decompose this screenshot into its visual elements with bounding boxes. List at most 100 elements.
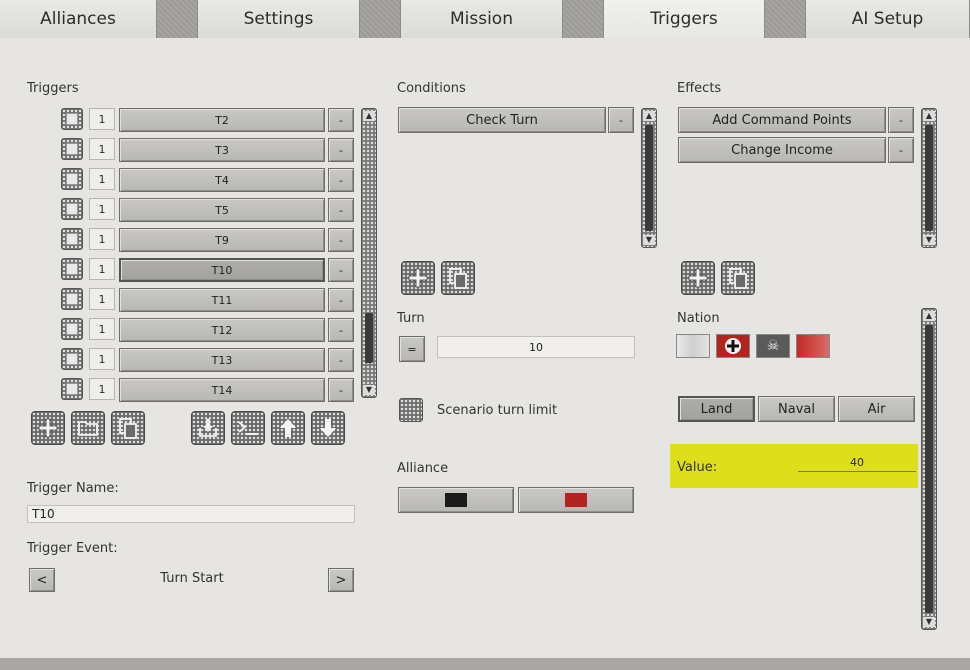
tab-ai-setup[interactable]: AI Setup: [806, 0, 970, 38]
trigger-enabled-checkbox[interactable]: [61, 168, 83, 190]
trigger-count[interactable]: 1: [89, 198, 115, 220]
tab-separator: [360, 0, 401, 38]
condition-item[interactable]: Check Turn: [398, 107, 606, 133]
copy-effect-button[interactable]: [721, 261, 755, 295]
trigger-enabled-checkbox[interactable]: [61, 288, 83, 310]
trigger-remove-button[interactable]: -: [328, 258, 354, 282]
trigger-count[interactable]: 1: [89, 288, 115, 310]
trigger-remove-button[interactable]: -: [328, 378, 354, 402]
tab-alliances[interactable]: Alliances: [0, 0, 157, 38]
trigger-row-t9[interactable]: T9: [119, 228, 325, 252]
conditions-scrollbar[interactable]: ▲ ▼: [641, 108, 657, 248]
tab-separator: [563, 0, 604, 38]
copy-icon: [119, 418, 137, 439]
copy-condition-button[interactable]: [441, 261, 475, 295]
trigger-enabled-checkbox[interactable]: [61, 138, 83, 160]
trigger-count[interactable]: 1: [89, 168, 115, 190]
folder-button[interactable]: [71, 411, 105, 445]
turn-value-input[interactable]: 10: [437, 336, 635, 358]
value-label: Value:: [677, 460, 718, 475]
effect-item-add-command-points[interactable]: Add Command Points: [678, 107, 886, 133]
trigger-count[interactable]: 1: [89, 138, 115, 160]
checkbox-box: [66, 233, 78, 245]
trigger-event-value: Turn Start: [160, 571, 224, 586]
effects-detail-scrollbar[interactable]: ▲ ▼: [921, 308, 937, 630]
trigger-remove-button[interactable]: -: [328, 288, 354, 312]
bottom-frame: [0, 658, 970, 670]
effect-item-change-income[interactable]: Change Income: [678, 137, 886, 163]
add-condition-button[interactable]: [401, 261, 435, 295]
trigger-count[interactable]: 1: [89, 108, 115, 130]
trigger-row-t12[interactable]: T12: [119, 318, 325, 342]
add-effect-button[interactable]: [681, 261, 715, 295]
trigger-enabled-checkbox[interactable]: [61, 348, 83, 370]
trigger-remove-button[interactable]: -: [328, 168, 354, 192]
import-button[interactable]: [191, 411, 225, 445]
trigger-count[interactable]: 1: [89, 258, 115, 280]
trigger-row-t11[interactable]: T11: [119, 288, 325, 312]
trigger-row-t5[interactable]: T5: [119, 198, 325, 222]
trigger-name-input[interactable]: T10: [27, 505, 355, 523]
tab-settings[interactable]: Settings: [198, 0, 360, 38]
condition-remove-button[interactable]: -: [608, 107, 634, 133]
trigger-row-t14[interactable]: T14: [119, 378, 325, 402]
trigger-row-t10[interactable]: T10: [119, 258, 325, 282]
trigger-enabled-checkbox[interactable]: [61, 318, 83, 340]
effect-remove-button[interactable]: -: [888, 137, 914, 163]
unit-type-naval-button[interactable]: Naval: [758, 396, 835, 422]
checkbox-box: [66, 263, 78, 275]
nation-flag-red-cross[interactable]: [716, 334, 750, 358]
value-highlight: Value: 40: [670, 444, 918, 488]
checkbox-box: [66, 173, 78, 185]
trigger-row-t13[interactable]: T13: [119, 348, 325, 372]
event-prev-button[interactable]: <: [29, 568, 55, 592]
trigger-enabled-checkbox[interactable]: [61, 108, 83, 130]
effects-scrollbar[interactable]: ▲ ▼: [921, 108, 937, 248]
move-down-button[interactable]: [311, 411, 345, 445]
trigger-count[interactable]: 1: [89, 228, 115, 250]
tab-mission[interactable]: Mission: [401, 0, 563, 38]
unit-type-land-button[interactable]: Land: [678, 396, 755, 422]
trigger-row-t3[interactable]: T3: [119, 138, 325, 162]
checkbox-box: [66, 113, 78, 125]
trigger-remove-button[interactable]: -: [328, 108, 354, 132]
trigger-row-t4[interactable]: T4: [119, 168, 325, 192]
console-button[interactable]: [231, 411, 265, 445]
tab-separator: [765, 0, 806, 38]
trigger-enabled-checkbox[interactable]: [61, 198, 83, 220]
arrow-up-icon: [280, 419, 296, 437]
triggers-scrollbar[interactable]: ▲ ▼: [361, 108, 377, 398]
conditions-title: Conditions: [397, 81, 466, 96]
trigger-count[interactable]: 1: [89, 348, 115, 370]
move-up-button[interactable]: [271, 411, 305, 445]
trigger-remove-button[interactable]: -: [328, 318, 354, 342]
nation-flag-neutral[interactable]: [676, 334, 710, 358]
add-trigger-button[interactable]: [31, 411, 65, 445]
event-next-button[interactable]: >: [328, 568, 354, 592]
trigger-enabled-checkbox[interactable]: [61, 378, 83, 400]
tab-triggers[interactable]: Triggers: [604, 0, 765, 38]
scenario-turn-limit-checkbox[interactable]: [399, 398, 423, 422]
trigger-count[interactable]: 1: [89, 318, 115, 340]
effect-remove-button[interactable]: -: [888, 107, 914, 133]
trigger-remove-button[interactable]: -: [328, 198, 354, 222]
unit-type-air-button[interactable]: Air: [838, 396, 915, 422]
arrow-down-icon: [320, 419, 336, 437]
trigger-remove-button[interactable]: -: [328, 228, 354, 252]
nation-flag-red[interactable]: [796, 334, 830, 358]
alliance-red-button[interactable]: [518, 487, 634, 513]
trigger-remove-button[interactable]: -: [328, 138, 354, 162]
trigger-enabled-checkbox[interactable]: [61, 228, 83, 250]
trigger-enabled-checkbox[interactable]: [61, 258, 83, 280]
trigger-remove-button[interactable]: -: [328, 348, 354, 372]
nation-flag-skull[interactable]: ☠: [756, 334, 790, 358]
alliance-black-button[interactable]: [398, 487, 514, 513]
checkbox-box: [66, 353, 78, 365]
value-input[interactable]: 40: [798, 456, 916, 472]
copy-trigger-button[interactable]: [111, 411, 145, 445]
copy-icon: [449, 268, 467, 289]
nation-label: Nation: [677, 311, 720, 326]
turn-operator-button[interactable]: =: [399, 336, 425, 362]
trigger-count[interactable]: 1: [89, 378, 115, 400]
trigger-row-t2[interactable]: T2: [119, 108, 325, 132]
